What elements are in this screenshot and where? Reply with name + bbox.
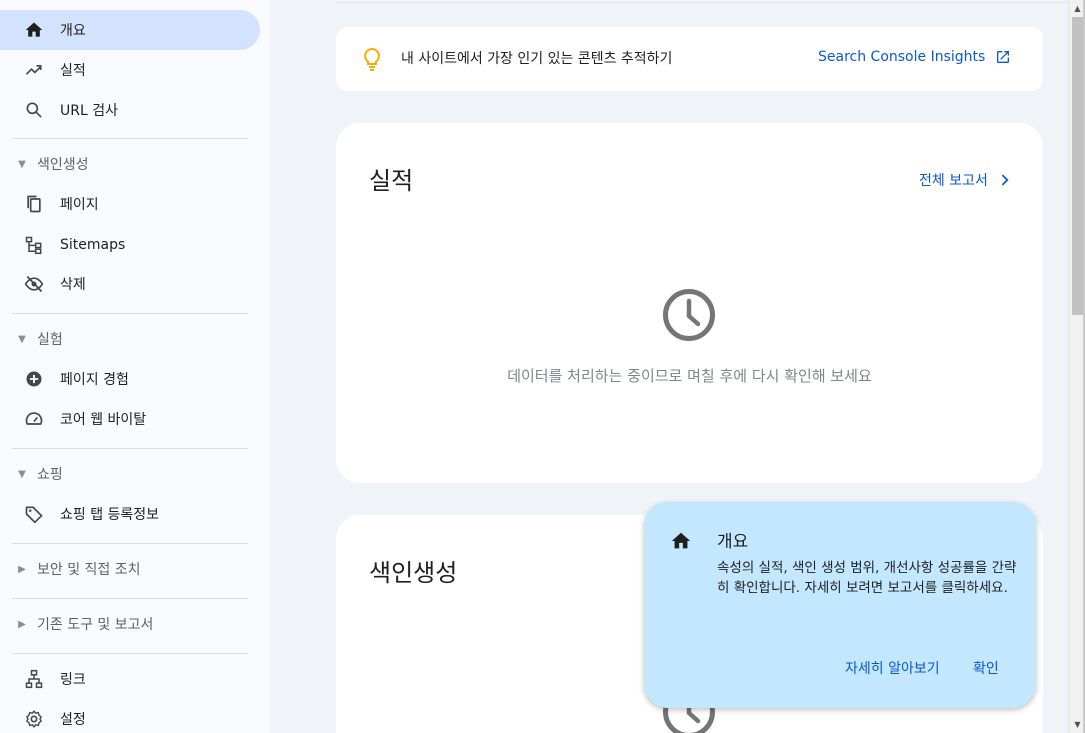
search-icon bbox=[24, 100, 44, 120]
section-label: 쇼핑 bbox=[37, 467, 63, 483]
sidebar-item-label: URL 검사 bbox=[60, 103, 118, 119]
sidebar-item-label: 개요 bbox=[60, 23, 86, 39]
caret-right-icon: ▶ bbox=[18, 563, 26, 575]
section-label: 기존 도구 및 보고서 bbox=[37, 617, 154, 633]
section-label: 실험 bbox=[37, 332, 63, 348]
divider bbox=[12, 598, 248, 599]
sidebar-item-label: 페이지 bbox=[60, 197, 99, 213]
sidebar-item-url-inspection[interactable]: URL 검사 bbox=[0, 90, 260, 130]
tag-icon bbox=[24, 504, 44, 524]
indexing-title: 색인생성 bbox=[369, 559, 458, 587]
overview-tooltip: 개요 속성의 실적, 색인 생성 범위, 개선사항 성공률을 간략히 확인합니다… bbox=[644, 502, 1036, 708]
full-report-label: 전체 보고서 bbox=[919, 173, 988, 189]
header-divider bbox=[336, 2, 1069, 3]
search-console-insights-link[interactable]: Search Console Insights bbox=[818, 49, 1011, 65]
lightbulb-icon bbox=[361, 47, 383, 71]
clock-icon bbox=[663, 289, 715, 341]
sidebar-item-performance[interactable]: 실적 bbox=[0, 50, 260, 90]
tooltip-body: 속성의 실적, 색인 생성 범위, 개선사항 성공률을 간략히 확인합니다. 자… bbox=[717, 560, 1017, 596]
section-label: 색인생성 bbox=[37, 157, 89, 173]
performance-title: 실적 bbox=[369, 167, 414, 195]
section-security[interactable]: ▶ 보안 및 직접 조치 bbox=[0, 554, 250, 584]
sidebar-item-pages[interactable]: 페이지 bbox=[0, 184, 260, 224]
sidebar-item-sitemaps[interactable]: Sitemaps bbox=[0, 225, 260, 265]
sidebar-item-page-experience[interactable]: 페이지 경험 bbox=[0, 359, 260, 399]
caret-down-icon: ▼ bbox=[18, 333, 26, 345]
divider bbox=[12, 543, 248, 544]
insights-text: 내 사이트에서 가장 인기 있는 콘텐츠 추적하기 bbox=[401, 51, 673, 67]
sidebar-item-overview[interactable]: 개요 bbox=[0, 10, 260, 50]
sidebar-item-label: 실적 bbox=[60, 63, 86, 79]
sitemap-icon bbox=[24, 235, 44, 255]
sidebar-item-label: 페이지 경험 bbox=[60, 372, 129, 388]
speed-gauge-icon bbox=[24, 409, 44, 429]
eye-off-icon bbox=[24, 274, 44, 294]
pages-icon bbox=[24, 194, 44, 214]
scroll-thumb[interactable] bbox=[1072, 17, 1083, 315]
divider bbox=[12, 138, 248, 139]
sidebar: 개요 실적 URL 검사 ▼ 색인생성 페이지 Sitemaps 삭제 ▼ 실험… bbox=[0, 0, 270, 733]
sidebar-item-removals[interactable]: 삭제 bbox=[0, 264, 260, 304]
divider bbox=[12, 313, 248, 314]
section-legacy-tools[interactable]: ▶ 기존 도구 및 보고서 bbox=[0, 609, 250, 639]
chevron-right-icon bbox=[1001, 174, 1009, 186]
plus-circle-icon bbox=[24, 369, 44, 389]
tooltip-title: 개요 bbox=[717, 532, 749, 552]
links-icon bbox=[24, 669, 44, 689]
sidebar-item-settings[interactable]: 설정 bbox=[0, 699, 260, 733]
caret-right-icon: ▶ bbox=[18, 618, 26, 630]
section-shopping[interactable]: ▼ 쇼핑 bbox=[0, 459, 250, 489]
sidebar-item-label: 설정 bbox=[60, 712, 86, 728]
sidebar-item-shopping-tab-listings[interactable]: 쇼핑 탭 등록정보 bbox=[0, 494, 260, 534]
full-report-link[interactable]: 전체 보고서 bbox=[919, 170, 1012, 190]
learn-more-button[interactable]: 자세히 알아보기 bbox=[845, 658, 940, 678]
sidebar-item-core-web-vitals[interactable]: 코어 웹 바이탈 bbox=[0, 399, 260, 439]
sidebar-item-label: 쇼핑 탭 등록정보 bbox=[60, 507, 160, 523]
sidebar-item-label: 링크 bbox=[60, 672, 86, 688]
section-experiments[interactable]: ▼ 실험 bbox=[0, 324, 250, 354]
insights-link-label: Search Console Insights bbox=[818, 49, 986, 65]
sidebar-item-label: Sitemaps bbox=[60, 237, 126, 253]
ok-button[interactable]: 확인 bbox=[973, 658, 999, 678]
sidebar-item-label: 코어 웹 바이탈 bbox=[60, 412, 147, 428]
performance-card: 실적 전체 보고서 데이터를 처리하는 중이므로 며칠 후에 다시 확인해 보세… bbox=[336, 123, 1043, 483]
caret-down-icon: ▼ bbox=[18, 468, 26, 480]
home-icon bbox=[670, 530, 692, 552]
divider bbox=[12, 653, 248, 654]
processing-message: 데이터를 처리하는 중이므로 며칠 후에 다시 확인해 보세요 bbox=[507, 367, 872, 385]
gear-icon bbox=[24, 709, 44, 729]
sidebar-item-label: 삭제 bbox=[60, 277, 86, 293]
divider bbox=[12, 448, 248, 449]
caret-down-icon: ▼ bbox=[18, 158, 26, 170]
section-indexing[interactable]: ▼ 색인생성 bbox=[0, 149, 250, 179]
section-label: 보안 및 직접 조치 bbox=[37, 562, 141, 578]
insights-card: 내 사이트에서 가장 인기 있는 콘텐츠 추적하기 Search Console… bbox=[336, 27, 1043, 91]
home-icon bbox=[24, 20, 44, 40]
sidebar-item-links[interactable]: 링크 bbox=[0, 659, 260, 699]
open-in-new-icon bbox=[997, 51, 1010, 63]
trending-up-icon bbox=[24, 60, 44, 80]
